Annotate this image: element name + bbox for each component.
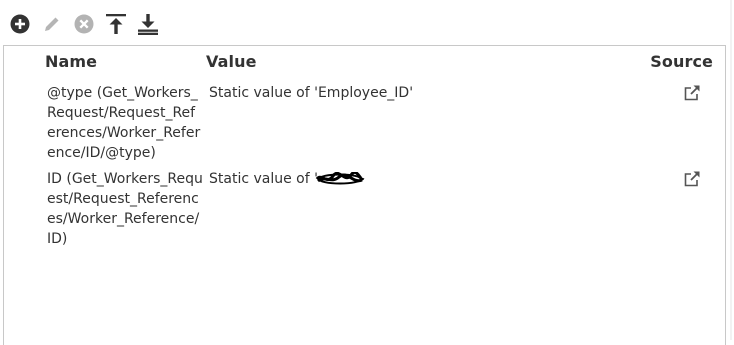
move-to-top-button[interactable] bbox=[102, 11, 130, 37]
column-header-value[interactable]: Value bbox=[206, 52, 257, 71]
add-icon bbox=[10, 14, 30, 34]
edit-icon bbox=[45, 17, 59, 31]
row-value-container: Static value of ' bbox=[209, 169, 365, 189]
edit-button[interactable] bbox=[38, 11, 66, 37]
remove-button[interactable] bbox=[70, 11, 98, 37]
column-header-source[interactable]: Source bbox=[650, 52, 713, 71]
external-link-icon[interactable] bbox=[683, 170, 701, 188]
row-value: Static value of ' bbox=[209, 171, 318, 187]
move-to-top-icon bbox=[106, 14, 126, 34]
column-header-name[interactable]: Name bbox=[45, 52, 97, 71]
scrollbar-track[interactable] bbox=[730, 0, 732, 340]
row-name: ID (Get_Workers_Request/Request_Referenc… bbox=[47, 171, 203, 247]
table-row[interactable]: @type (Get_Workers_Request/Request_Refer… bbox=[4, 83, 725, 167]
remove-icon bbox=[74, 14, 94, 34]
mapping-grid: Name Value Source @type (Get_Workers_Req… bbox=[3, 45, 726, 345]
add-button[interactable] bbox=[6, 11, 34, 37]
row-value: Static value of 'Employee_ID' bbox=[209, 85, 414, 101]
row-name: @type (Get_Workers_Request/Request_Refer… bbox=[47, 85, 201, 161]
move-to-bottom-button[interactable] bbox=[134, 11, 162, 37]
external-link-icon[interactable] bbox=[683, 84, 701, 102]
table-row[interactable]: ID (Get_Workers_Request/Request_Referenc… bbox=[4, 169, 725, 253]
toolbar bbox=[6, 11, 166, 37]
redaction-scribble bbox=[315, 172, 365, 185]
move-to-bottom-icon bbox=[138, 14, 158, 35]
